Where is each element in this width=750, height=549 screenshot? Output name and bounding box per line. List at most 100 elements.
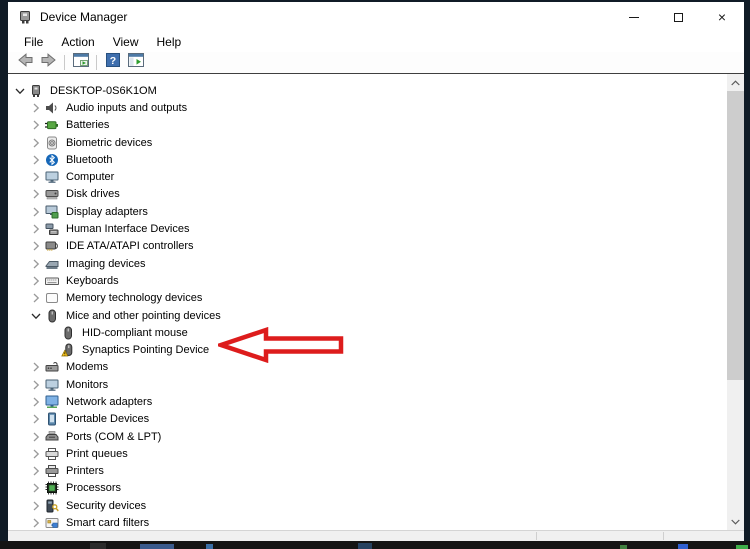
scrollbar-thumb[interactable]	[727, 91, 744, 380]
chevron-right-icon[interactable]	[28, 170, 44, 184]
menu-help[interactable]: Help	[148, 33, 191, 51]
tree-item[interactable]: Disk drives	[8, 186, 727, 203]
keyboard-icon	[44, 274, 59, 288]
device-manager-app-icon	[17, 9, 33, 25]
tree-item[interactable]: Print queues	[8, 445, 727, 462]
tree-item-label: Biometric devices	[66, 136, 153, 149]
maximize-button[interactable]	[656, 2, 700, 32]
tree-item[interactable]: Synaptics Pointing Device	[8, 341, 727, 358]
console-tree-button[interactable]	[69, 53, 92, 73]
tree-item-label: Modems	[66, 361, 109, 374]
tree-item[interactable]: Keyboards	[8, 272, 727, 289]
statusbar-separator	[536, 532, 537, 540]
chevron-right-icon[interactable]	[28, 447, 44, 461]
close-button[interactable]: ×	[700, 2, 744, 32]
ide-icon	[44, 239, 59, 253]
close-icon: ×	[717, 9, 727, 25]
tree-item[interactable]: Monitors	[8, 376, 727, 393]
tree-item-label: Memory technology devices	[66, 292, 203, 305]
taskbar-icon-fragment	[90, 543, 106, 549]
chevron-right-icon[interactable]	[28, 395, 44, 409]
tree-item-label: Keyboards	[66, 274, 119, 287]
tree-item[interactable]: Memory technology devices	[8, 290, 727, 307]
tree-item[interactable]: Computer	[8, 168, 727, 185]
chevron-right-icon[interactable]	[28, 516, 44, 530]
tree-item-label: IDE ATA/ATAPI controllers	[66, 240, 194, 253]
vertical-scrollbar[interactable]	[727, 74, 744, 530]
smartcard-icon	[44, 516, 59, 530]
svg-text:?: ?	[109, 55, 115, 67]
chevron-right-icon[interactable]	[28, 481, 44, 495]
tree-item[interactable]: Ports (COM & LPT)	[8, 428, 727, 445]
action-pane-button[interactable]	[124, 53, 147, 73]
tree-item-label: Disk drives	[66, 188, 120, 201]
scroll-down-button[interactable]	[727, 513, 744, 530]
tree-item[interactable]: Smart card filters	[8, 514, 727, 530]
battery-icon	[44, 118, 59, 132]
chevron-right-icon[interactable]	[28, 430, 44, 444]
tree-item[interactable]: Printers	[8, 463, 727, 480]
tree-item[interactable]: Portable Devices	[8, 411, 727, 428]
tree-item[interactable]: Audio inputs and outputs	[8, 99, 727, 116]
tree-item[interactable]: Bluetooth	[8, 151, 727, 168]
taskbar-icon-fragment	[678, 544, 688, 549]
toolbar-separator	[96, 55, 97, 70]
maximize-icon	[673, 12, 683, 22]
console-tree-icon	[72, 53, 89, 72]
tree-item[interactable]: Display adapters	[8, 203, 727, 220]
chevron-right-icon[interactable]	[28, 136, 44, 150]
help-button[interactable]: ?	[101, 53, 124, 73]
minimize-button[interactable]	[612, 2, 656, 32]
scroll-up-button[interactable]	[727, 74, 744, 91]
tree-item[interactable]: Processors	[8, 480, 727, 497]
chevron-right-icon[interactable]	[28, 205, 44, 219]
chevron-right-icon[interactable]	[28, 101, 44, 115]
menu-view[interactable]: View	[104, 33, 148, 51]
back-icon	[18, 53, 33, 72]
chevron-right-icon[interactable]	[28, 187, 44, 201]
forward-button[interactable]	[37, 53, 60, 73]
chevron-right-icon[interactable]	[28, 274, 44, 288]
tree-item[interactable]: Batteries	[8, 117, 727, 134]
taskbar-icon-fragment	[736, 545, 748, 549]
taskbar-sliver	[0, 541, 750, 549]
chevron-right-icon[interactable]	[28, 499, 44, 513]
imaging-icon	[44, 257, 59, 271]
fingerprint-icon	[44, 136, 59, 150]
tree-item[interactable]: Mice and other pointing devices	[8, 307, 727, 324]
chevron-right-icon[interactable]	[28, 378, 44, 392]
tree-item[interactable]: Security devices	[8, 497, 727, 514]
chevron-right-icon[interactable]	[28, 239, 44, 253]
chevron-down-icon[interactable]	[12, 84, 28, 98]
chevron-right-icon[interactable]	[28, 222, 44, 236]
portable-icon	[44, 412, 59, 426]
tree-item-label: Print queues	[66, 447, 128, 460]
tree-item-label: Computer	[66, 171, 115, 184]
tree-item[interactable]: Human Interface Devices	[8, 220, 727, 237]
tree-item-label: Mice and other pointing devices	[66, 309, 221, 322]
tree-item[interactable]: Modems	[8, 359, 727, 376]
back-button[interactable]	[14, 53, 37, 73]
print-queue-icon	[44, 447, 59, 461]
chevron-right-icon[interactable]	[28, 291, 44, 305]
tree-item[interactable]: IDE ATA/ATAPI controllers	[8, 238, 727, 255]
tree-item[interactable]: Imaging devices	[8, 255, 727, 272]
chevron-right-icon[interactable]	[28, 153, 44, 167]
tree-item[interactable]: HID-compliant mouse	[8, 324, 727, 341]
chevron-right-icon[interactable]	[28, 464, 44, 478]
hid-icon	[44, 222, 59, 236]
tree-item-label: Monitors	[66, 378, 109, 391]
chevron-right-icon[interactable]	[28, 257, 44, 271]
menu-file[interactable]: File	[15, 33, 52, 51]
chevron-right-icon[interactable]	[28, 412, 44, 426]
chevron-down-icon[interactable]	[28, 309, 44, 323]
tree-item[interactable]: DESKTOP-0S6K1OM	[8, 82, 727, 99]
tree-item[interactable]: Biometric devices	[8, 134, 727, 151]
menu-action[interactable]: Action	[52, 33, 103, 51]
tree-item-label: Portable Devices	[66, 413, 150, 426]
bluetooth-icon	[44, 153, 59, 167]
chevron-right-icon[interactable]	[28, 360, 44, 374]
chevron-right-icon[interactable]	[28, 118, 44, 132]
tree-item[interactable]: Network adapters	[8, 393, 727, 410]
